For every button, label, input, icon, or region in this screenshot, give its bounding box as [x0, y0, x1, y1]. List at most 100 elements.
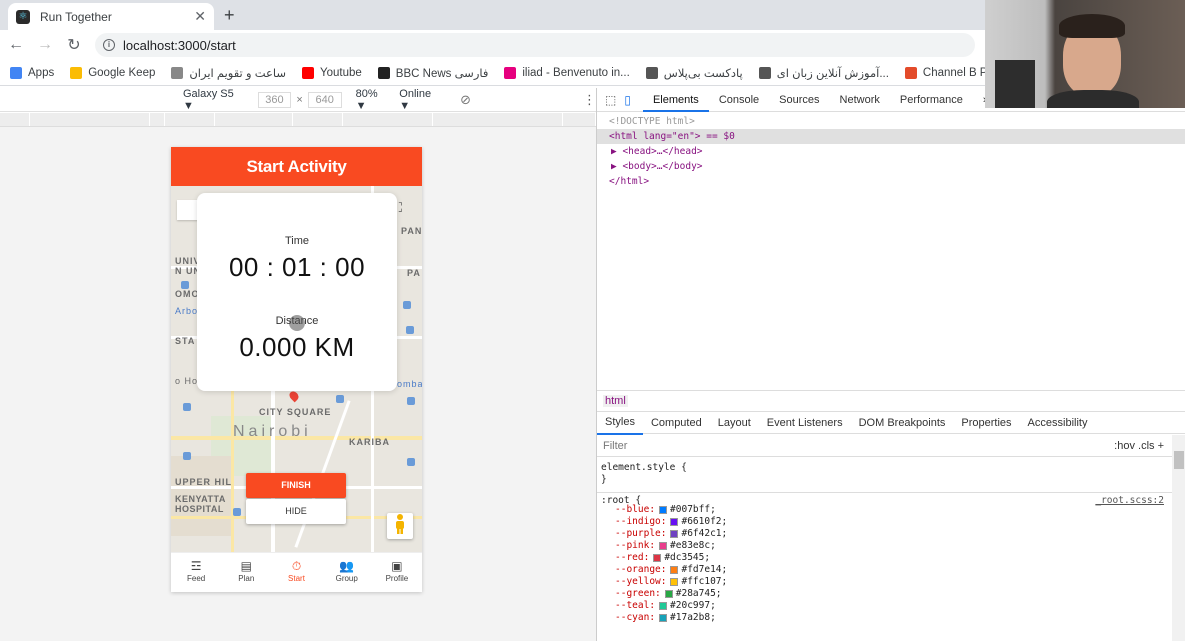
hide-button[interactable]: HIDE: [246, 499, 346, 524]
source-link[interactable]: _root.scss:2: [1095, 495, 1164, 507]
breadcrumb-item[interactable]: html: [603, 395, 628, 407]
css-variable-row[interactable]: --blue: #007bff;: [597, 504, 1172, 516]
dom-tree: <!DOCTYPE html> <html lang="en"> == $0 ▶…: [597, 114, 1185, 389]
dom-node[interactable]: ▶ <head>…</head>: [597, 144, 1185, 159]
color-swatch-icon[interactable]: [664, 589, 673, 598]
color-swatch-icon[interactable]: [670, 529, 679, 538]
bookmark-item[interactable]: Apps: [10, 66, 54, 79]
color-swatch-icon[interactable]: [659, 601, 668, 610]
map-label: KARIBA: [349, 437, 390, 447]
bookmark-label: ساعت و تقویم ایران: [189, 67, 286, 80]
filter-tools[interactable]: :hov .cls +: [1114, 435, 1164, 457]
pegman-icon[interactable]: [387, 513, 413, 539]
css-variable-name: --cyan:: [615, 612, 656, 623]
css-variable-value: #17a2b8;: [670, 612, 716, 623]
map-type-control[interactable]: [177, 200, 199, 220]
network-select[interactable]: Online ▼: [399, 88, 442, 112]
dom-node[interactable]: <html lang="en"> == $0: [597, 129, 1185, 144]
width-input[interactable]: 360: [257, 91, 292, 108]
close-tab-icon[interactable]: ✕: [194, 8, 206, 25]
reload-icon[interactable]: ↻: [61, 35, 87, 55]
css-variable-row[interactable]: --pink: #e83e8c;: [597, 540, 1172, 552]
nav-item-profile[interactable]: ▣ Profile: [372, 553, 422, 592]
css-variable-row[interactable]: --green: #28a745;: [597, 588, 1172, 600]
css-variable-row[interactable]: --yellow: #ffc107;: [597, 576, 1172, 588]
color-swatch-icon[interactable]: [670, 517, 679, 526]
devtools-tab[interactable]: Network: [830, 88, 890, 112]
styles-subtab[interactable]: Styles: [597, 411, 643, 435]
nav-item-feed[interactable]: ☲ Feed: [171, 553, 221, 592]
css-variable-row[interactable]: --indigo: #6610f2;: [597, 516, 1172, 528]
touch-cursor-icon: [289, 315, 305, 331]
nav-item-group[interactable]: 👥 Group: [322, 553, 372, 592]
bookmark-item[interactable]: Youtube: [302, 66, 362, 79]
back-icon[interactable]: ←: [3, 36, 29, 54]
time-label: Time: [284, 235, 310, 247]
react-favicon-icon: ⚛: [16, 9, 30, 24]
devtools-tab[interactable]: Sources: [769, 88, 829, 112]
styles-subtab[interactable]: DOM Breakpoints: [851, 412, 954, 434]
styles-subtab[interactable]: Properties: [953, 412, 1019, 434]
device-select[interactable]: Galaxy S5 ▼: [183, 88, 244, 112]
color-swatch-icon[interactable]: [659, 613, 668, 622]
css-variable-row[interactable]: --purple: #6f42c1;: [597, 528, 1172, 540]
bookmark-item[interactable]: پادکست بی‌پلاس: [645, 66, 743, 80]
css-variable-value: #e83e8c;: [670, 540, 716, 551]
address-bar[interactable]: i localhost:3000/start: [95, 33, 975, 57]
devtools-tab[interactable]: Elements: [642, 88, 709, 112]
stopwatch-icon: ⏱: [291, 559, 302, 573]
bookmark-item[interactable]: آموزش آنلاین زبان ای...: [758, 66, 889, 80]
bookmark-item[interactable]: ساعت و تقویم ایران: [171, 66, 286, 80]
height-input[interactable]: 640: [307, 91, 342, 108]
info-icon[interactable]: i: [103, 39, 115, 51]
url-text: localhost:3000/start: [123, 37, 236, 53]
bookmark-item[interactable]: iliad - Benvenuto in...: [504, 66, 630, 79]
styles-subtab[interactable]: Layout: [710, 412, 759, 434]
finish-button[interactable]: FINISH: [246, 473, 346, 498]
map-label: omba: [397, 379, 422, 389]
more-options-icon[interactable]: ⋮: [583, 92, 596, 108]
styles-scrollbar[interactable]: [1172, 435, 1185, 641]
nav-item-label: Start: [288, 574, 305, 583]
styles-subtab[interactable]: Computed: [643, 412, 710, 434]
filter-input[interactable]: Filter: [603, 440, 627, 452]
color-swatch-icon[interactable]: [653, 553, 662, 562]
styles-filter[interactable]: Filter :hov .cls +: [597, 435, 1172, 457]
rotate-icon[interactable]: ⊘: [460, 92, 471, 108]
nav-item-plan[interactable]: ▤ Plan: [221, 553, 271, 592]
color-swatch-icon[interactable]: [670, 577, 679, 586]
nav-item-start[interactable]: ⏱ Start: [271, 553, 321, 592]
devtools-tab[interactable]: Console: [709, 88, 769, 112]
new-tab-icon[interactable]: +: [224, 5, 235, 26]
bookmark-item[interactable]: BBC News فارسی: [377, 66, 488, 80]
dom-node[interactable]: ▶ <body>…</body>: [597, 159, 1185, 174]
css-variable-name: --orange:: [615, 564, 667, 575]
css-variable-row[interactable]: --teal: #20c997;: [597, 600, 1172, 612]
color-swatch-icon[interactable]: [670, 565, 679, 574]
browser-tab[interactable]: ⚛ Run Together ✕: [8, 3, 214, 30]
styles-subtab[interactable]: Event Listeners: [759, 412, 851, 434]
devtools-tab[interactable]: Performance: [890, 88, 973, 112]
zoom-select[interactable]: 80% ▼: [356, 88, 390, 112]
location-marker-icon[interactable]: [287, 389, 301, 403]
inspect-icon[interactable]: ⬚: [605, 93, 616, 107]
styles-subtab[interactable]: Accessibility: [1020, 412, 1096, 434]
css-variable-row[interactable]: --orange: #fd7e14;: [597, 564, 1172, 576]
activity-stats-card: Time 00 : 01 : 00 Distance 0.000 KM: [197, 193, 397, 391]
bookmark-item[interactable]: Google Keep: [70, 66, 155, 79]
color-swatch-icon[interactable]: [659, 541, 668, 550]
nav-item-label: Profile: [385, 574, 409, 583]
css-variable-row[interactable]: --cyan: #17a2b8;: [597, 612, 1172, 624]
rule-close: }: [601, 474, 607, 485]
forward-icon[interactable]: →: [32, 36, 58, 54]
css-variable-row[interactable]: --red: #dc3545;: [597, 552, 1172, 564]
device-toggle-icon[interactable]: ▯: [624, 93, 631, 107]
map-label: OMO: [175, 289, 200, 299]
globe-icon: [758, 66, 771, 79]
dom-node[interactable]: <!DOCTYPE html>: [597, 114, 1185, 129]
color-swatch-icon[interactable]: [659, 505, 668, 514]
dom-node[interactable]: </html>: [597, 174, 1185, 189]
distance-value: 0.000 KM: [239, 332, 355, 362]
css-variable-value: #007bff;: [670, 504, 716, 515]
css-variable-value: #dc3545;: [664, 552, 711, 563]
